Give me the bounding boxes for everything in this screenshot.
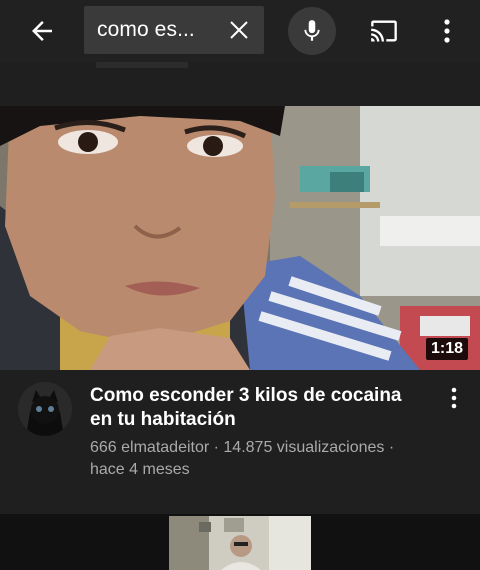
close-icon [230, 21, 248, 39]
more-options-button[interactable] [432, 13, 462, 49]
top-app-bar: como es... [0, 0, 480, 62]
microphone-icon [304, 20, 320, 41]
next-result [0, 514, 480, 570]
more-vertical-icon [444, 19, 450, 43]
search-input[interactable]: como es... [84, 6, 264, 54]
search-query-text: como es... [97, 18, 195, 41]
clear-search-button[interactable] [226, 17, 252, 43]
upload-age: hace 4 meses [90, 461, 190, 478]
video-metadata: 666 elmatadeitor · 14.875 visualizacione… [90, 437, 430, 481]
video-duration-badge: 1:18 [425, 338, 468, 360]
video-info: Como esconder 3 kilos de cocaina en tu h… [0, 370, 480, 514]
meta-separator: · [209, 439, 224, 456]
channel-avatar-image [18, 382, 72, 436]
channel-name[interactable]: 666 elmatadeitor [90, 439, 209, 456]
next-video-thumbnail[interactable] [169, 516, 311, 570]
previous-result-remnant [0, 62, 480, 106]
voice-search-button[interactable] [288, 7, 336, 55]
video-options-button[interactable] [440, 384, 468, 412]
more-vertical-icon [451, 387, 457, 409]
channel-avatar[interactable] [18, 382, 72, 436]
cast-icon [371, 20, 397, 42]
view-count: 14.875 visualizaciones [223, 439, 385, 456]
thumbnail-image [0, 106, 480, 370]
cast-button[interactable] [364, 13, 404, 49]
arrow-left-icon [32, 21, 52, 41]
next-thumbnail-image [169, 516, 311, 570]
video-title[interactable]: Como esconder 3 kilos de cocaina en tu h… [90, 384, 420, 432]
video-thumbnail[interactable]: 1:18 [0, 106, 480, 370]
back-button[interactable] [24, 13, 60, 49]
previous-result-text-remnant [96, 62, 188, 68]
meta-separator: · [384, 439, 395, 456]
